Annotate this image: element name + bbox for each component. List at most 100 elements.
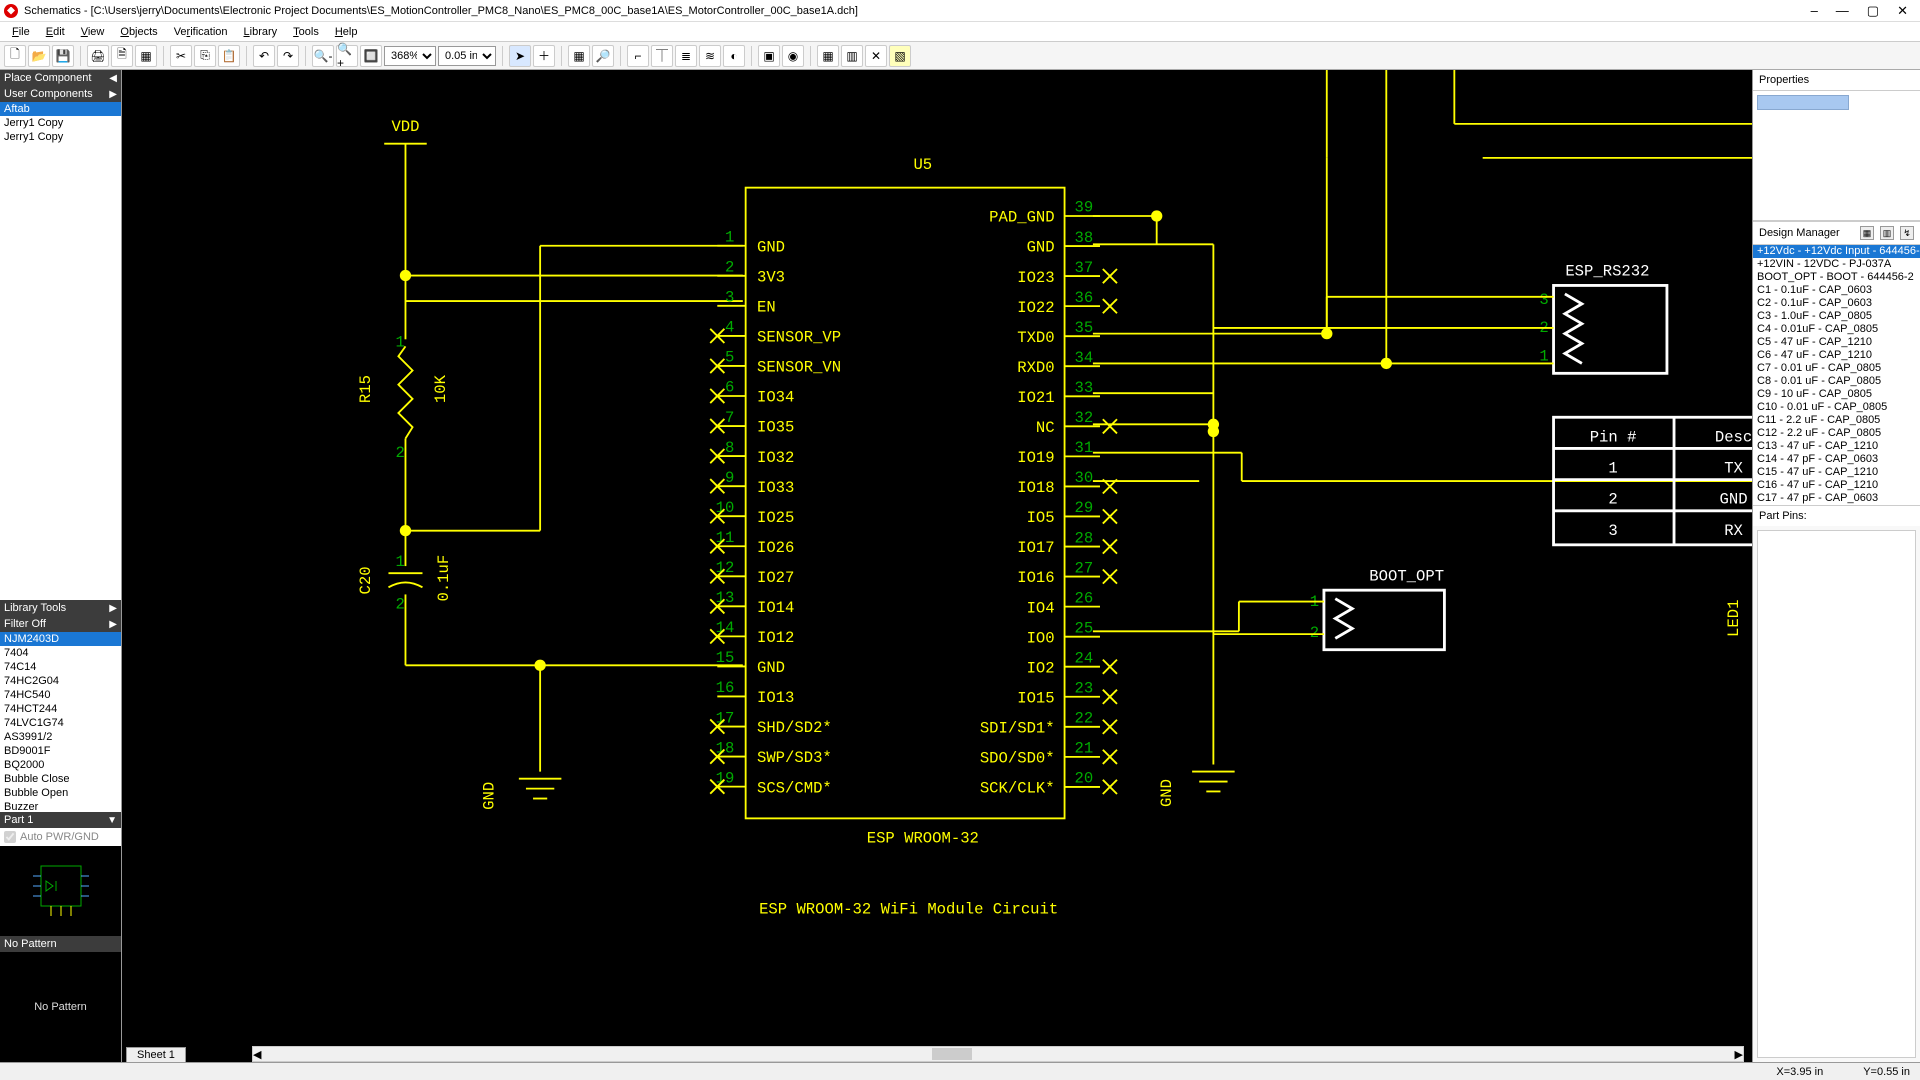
schematic-svg[interactable]: VDD 1 2 R15 10K 1 2 C20 0. [122, 70, 1752, 1062]
list-item[interactable]: C15 - 47 uF - CAP_1210 [1753, 466, 1920, 479]
dash-icon[interactable]: – [1811, 3, 1818, 19]
list-item[interactable]: AS3991/2 [0, 730, 121, 744]
list-item[interactable]: BOOT_OPT - BOOT - 644456-2 [1753, 271, 1920, 284]
t2-icon[interactable]: ⏉ [651, 45, 673, 67]
menu-view[interactable]: View [73, 24, 113, 40]
list-item[interactable]: 74HCT244 [0, 702, 121, 716]
print-icon[interactable]: 🖨 [87, 45, 109, 67]
zoom-region-icon[interactable]: 🔲 [360, 45, 382, 67]
t10-icon[interactable]: ✕ [865, 45, 887, 67]
titles-icon[interactable]: ▦ [135, 45, 157, 67]
save-icon[interactable]: 💾 [52, 45, 74, 67]
list-item[interactable]: BQ2000 [0, 758, 121, 772]
list-item[interactable]: +12Vdc - +12Vdc Input - 644456- [1753, 245, 1920, 258]
list-item[interactable]: NJM2403D [0, 632, 121, 646]
place-component-header[interactable]: Place Component◀ [0, 70, 121, 86]
list-item[interactable]: C11 - 2.2 uF - CAP_0805 [1753, 414, 1920, 427]
dm-icon2[interactable]: ▥ [1880, 226, 1894, 240]
dm-icon3[interactable]: ↯ [1900, 226, 1914, 240]
t7-icon[interactable]: ◉ [782, 45, 804, 67]
sheet-tab[interactable]: Sheet 1 [126, 1047, 186, 1062]
svg-text:37: 37 [1074, 259, 1093, 277]
dm-icon1[interactable]: ▦ [1860, 226, 1874, 240]
list-item[interactable]: C3 - 1.0uF - CAP_0805 [1753, 310, 1920, 323]
list-item[interactable]: C9 - 10 uF - CAP_0805 [1753, 388, 1920, 401]
zoomin-icon[interactable]: 🔍+ [336, 45, 358, 67]
list-item[interactable]: 74HC540 [0, 688, 121, 702]
find-icon[interactable]: 🔎 [592, 45, 614, 67]
list-item[interactable]: C4 - 0.01uF - CAP_0805 [1753, 323, 1920, 336]
list-item[interactable]: C7 - 0.01 uF - CAP_0805 [1753, 362, 1920, 375]
maximize-icon[interactable]: ▢ [1867, 3, 1879, 19]
list-item[interactable]: Bubble Open [0, 786, 121, 800]
t8-icon[interactable]: ▦ [817, 45, 839, 67]
zoom-select[interactable]: 368% [384, 46, 436, 66]
undo-icon[interactable]: ↶ [253, 45, 275, 67]
minimize-icon[interactable]: — [1836, 3, 1849, 19]
close-icon[interactable]: ✕ [1897, 3, 1908, 19]
list-item[interactable]: C14 - 47 pF - CAP_0603 [1753, 453, 1920, 466]
svg-text:31: 31 [1074, 439, 1093, 457]
list-item[interactable]: C16 - 47 uF - CAP_1210 [1753, 479, 1920, 492]
t11-icon[interactable]: ▧ [889, 45, 911, 67]
list-item[interactable]: C13 - 47 uF - CAP_1210 [1753, 440, 1920, 453]
grid-select[interactable]: 0.05 in [438, 46, 496, 66]
svg-text:21: 21 [1074, 740, 1093, 758]
t5-icon[interactable]: ◐ [723, 45, 745, 67]
zoomout-icon[interactable]: 🔍- [312, 45, 334, 67]
part-header[interactable]: Part 1▼ [0, 812, 121, 828]
menu-file[interactable]: File [4, 24, 38, 40]
list-item[interactable]: C17 - 47 pF - CAP_0603 [1753, 492, 1920, 505]
t3-icon[interactable]: ≣ [675, 45, 697, 67]
copy-icon[interactable]: ⎘ [194, 45, 216, 67]
list-item[interactable]: Jerry1 Copy [0, 130, 121, 144]
part-pins-box[interactable] [1757, 530, 1916, 1058]
list-item[interactable]: C5 - 47 uF - CAP_1210 [1753, 336, 1920, 349]
menu-tools[interactable]: Tools [285, 24, 327, 40]
menu-help[interactable]: Help [327, 24, 366, 40]
list-item[interactable]: C2 - 0.1uF - CAP_0603 [1753, 297, 1920, 310]
list-item[interactable]: 7404 [0, 646, 121, 660]
filter-header[interactable]: Filter Off▶ [0, 616, 121, 632]
t4-icon[interactable]: ≋ [699, 45, 721, 67]
list-item[interactable]: 74C14 [0, 660, 121, 674]
component-preview [0, 846, 121, 936]
grid-icon[interactable]: ▦ [568, 45, 590, 67]
new-icon[interactable]: 🗋 [4, 45, 26, 67]
user-components-header[interactable]: User Components▶ [0, 86, 121, 102]
redo-icon[interactable]: ↷ [277, 45, 299, 67]
list-item[interactable]: Buzzer [0, 800, 121, 812]
menu-objects[interactable]: Objects [112, 24, 165, 40]
list-item[interactable]: 74LVC1G74 [0, 716, 121, 730]
cursor-icon[interactable]: ➤ [509, 45, 531, 67]
menu-library[interactable]: Library [236, 24, 286, 40]
schematic-canvas[interactable]: VDD 1 2 R15 10K 1 2 C20 0. [122, 70, 1752, 1062]
preview-icon[interactable]: 🗎 [111, 45, 133, 67]
add-icon[interactable]: ＋ [533, 45, 555, 67]
auto-pwr-gnd[interactable]: Auto PWR/GND [0, 828, 121, 846]
list-item[interactable]: 74HC2G04 [0, 674, 121, 688]
list-item[interactable]: C12 - 2.2 uF - CAP_0805 [1753, 427, 1920, 440]
t9-icon[interactable]: ▥ [841, 45, 863, 67]
list-item[interactable]: C8 - 0.01 uF - CAP_0805 [1753, 375, 1920, 388]
list-item[interactable]: BD9001F [0, 744, 121, 758]
list-item[interactable]: Bubble Close [0, 772, 121, 786]
list-item[interactable]: C1 - 0.1uF - CAP_0603 [1753, 284, 1920, 297]
design-manager-header: Design Manager ▦ ▥ ↯ [1753, 221, 1920, 245]
list-item[interactable]: Jerry1 Copy [0, 116, 121, 130]
library-tools-header[interactable]: Library Tools▶ [0, 600, 121, 616]
menu-edit[interactable]: Edit [38, 24, 73, 40]
t6-icon[interactable]: ▣ [758, 45, 780, 67]
paste-icon[interactable]: 📋 [218, 45, 240, 67]
t1-icon[interactable]: ⌐ [627, 45, 649, 67]
open-icon[interactable]: 📂 [28, 45, 50, 67]
list-item[interactable]: +12VIN - 12VDC - PJ-037A [1753, 258, 1920, 271]
list-item[interactable]: C6 - 47 uF - CAP_1210 [1753, 349, 1920, 362]
svg-text:SWP/SD3*: SWP/SD3* [757, 749, 832, 767]
menu-verification[interactable]: Verification [166, 24, 236, 40]
h-scrollbar[interactable]: ◀▶ [252, 1046, 1744, 1062]
list-item[interactable]: Aftab [0, 102, 121, 116]
cut-icon[interactable]: ✂ [170, 45, 192, 67]
properties-box[interactable] [1753, 91, 1920, 221]
list-item[interactable]: C10 - 0.01 uF - CAP_0805 [1753, 401, 1920, 414]
